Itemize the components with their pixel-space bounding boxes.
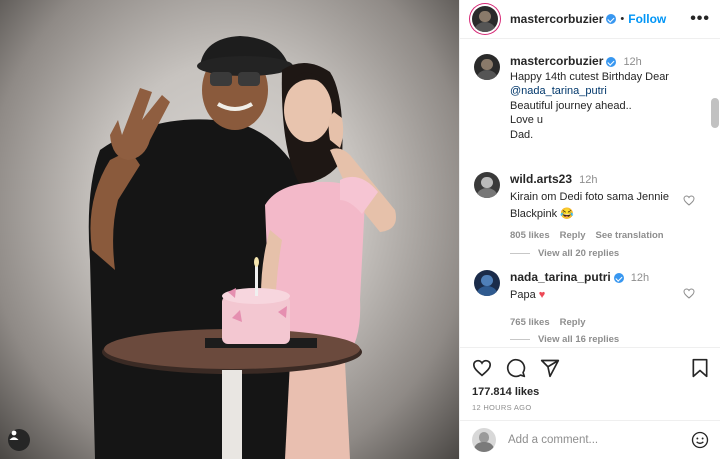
reply-button[interactable]: Reply: [560, 316, 586, 330]
photo-illustration: [88, 36, 396, 459]
see-translation-link[interactable]: See translation: [596, 229, 664, 243]
commenter-username[interactable]: wild.arts23: [510, 172, 572, 186]
user-tag-icon: [9, 430, 19, 440]
comment-icon[interactable]: [506, 358, 526, 378]
more-options-icon[interactable]: •••: [690, 10, 710, 28]
author-avatar[interactable]: [472, 6, 498, 32]
red-heart-emoji-icon: ♥: [538, 289, 546, 301]
post-actions: 177.814 likes 12 HOURS AGO: [460, 347, 720, 412]
user-tag-button[interactable]: [8, 429, 30, 451]
divider-line: [510, 339, 530, 340]
comment-time[interactable]: 12h: [631, 272, 649, 284]
comment-item: wild.arts23 12h Kirain om Dedi foto sama…: [474, 172, 690, 243]
verified-badge-icon: [606, 57, 617, 68]
comment-text: Blackpink: [510, 208, 558, 220]
comment-like-heart-icon[interactable]: [683, 195, 695, 206]
comment-text: Kirain om Dedi foto sama Jennie: [510, 191, 669, 203]
emoji-icon[interactable]: [691, 431, 709, 449]
commenter-avatar[interactable]: [474, 270, 500, 296]
caption-line: Happy 14th cutest Birthday Dear: [510, 70, 669, 83]
view-replies-label: View all 16 replies: [538, 334, 620, 345]
post-sidebar: mastercorbuzier • Follow ••• mastercorbu…: [459, 0, 720, 459]
bookmark-icon[interactable]: [691, 358, 709, 378]
reply-button[interactable]: Reply: [560, 229, 586, 243]
comment-like-heart-icon[interactable]: [683, 288, 695, 299]
comment-time[interactable]: 12h: [579, 174, 597, 186]
follow-button[interactable]: Follow: [628, 12, 666, 26]
post-timestamp[interactable]: 12 HOURS AGO: [472, 403, 709, 412]
share-icon[interactable]: [540, 358, 560, 378]
heart-icon[interactable]: [472, 359, 492, 377]
comment-likes-count[interactable]: 805 likes: [510, 229, 550, 243]
commenter-avatar[interactable]: [474, 172, 500, 198]
caption: mastercorbuzier 12h Happy 14th cutest Bi…: [474, 54, 669, 142]
verified-badge-icon: [606, 14, 617, 24]
likes-count[interactable]: 177.814 likes: [472, 386, 709, 398]
caption-line: Beautiful journey ahead..: [510, 99, 632, 112]
post-photo[interactable]: [0, 0, 459, 459]
comment-item: nada_tarina_putri 12h Papa ♥ 765 likes R…: [474, 270, 649, 330]
add-comment-bar: [460, 420, 720, 459]
comments-list[interactable]: mastercorbuzier 12h Happy 14th cutest Bi…: [460, 40, 720, 346]
caption-mention-link[interactable]: @nada_tarina_putri: [510, 84, 669, 99]
caption-line: Dad.: [510, 128, 534, 141]
caption-time[interactable]: 12h: [623, 56, 641, 68]
scrollbar-thumb[interactable]: [711, 98, 719, 128]
commenter-username[interactable]: nada_tarina_putri: [510, 270, 611, 284]
caption-avatar[interactable]: [474, 54, 500, 80]
comment-text: Papa: [510, 289, 536, 301]
current-user-avatar: [472, 428, 496, 452]
author-username[interactable]: mastercorbuzier: [510, 12, 603, 26]
post-header: mastercorbuzier • Follow •••: [460, 0, 720, 39]
view-replies-button[interactable]: View all 20 replies: [510, 248, 619, 259]
laughing-emoji-icon: 😂: [560, 208, 574, 220]
comment-likes-count[interactable]: 765 likes: [510, 316, 550, 330]
verified-badge-icon: [613, 273, 624, 284]
view-replies-button[interactable]: View all 16 replies: [510, 334, 619, 345]
divider-line: [510, 253, 530, 254]
separator-dot: •: [620, 13, 625, 25]
caption-username[interactable]: mastercorbuzier: [510, 54, 603, 68]
add-comment-input[interactable]: [508, 434, 691, 446]
view-replies-label: View all 20 replies: [538, 248, 620, 259]
caption-line: Love u: [510, 114, 544, 126]
